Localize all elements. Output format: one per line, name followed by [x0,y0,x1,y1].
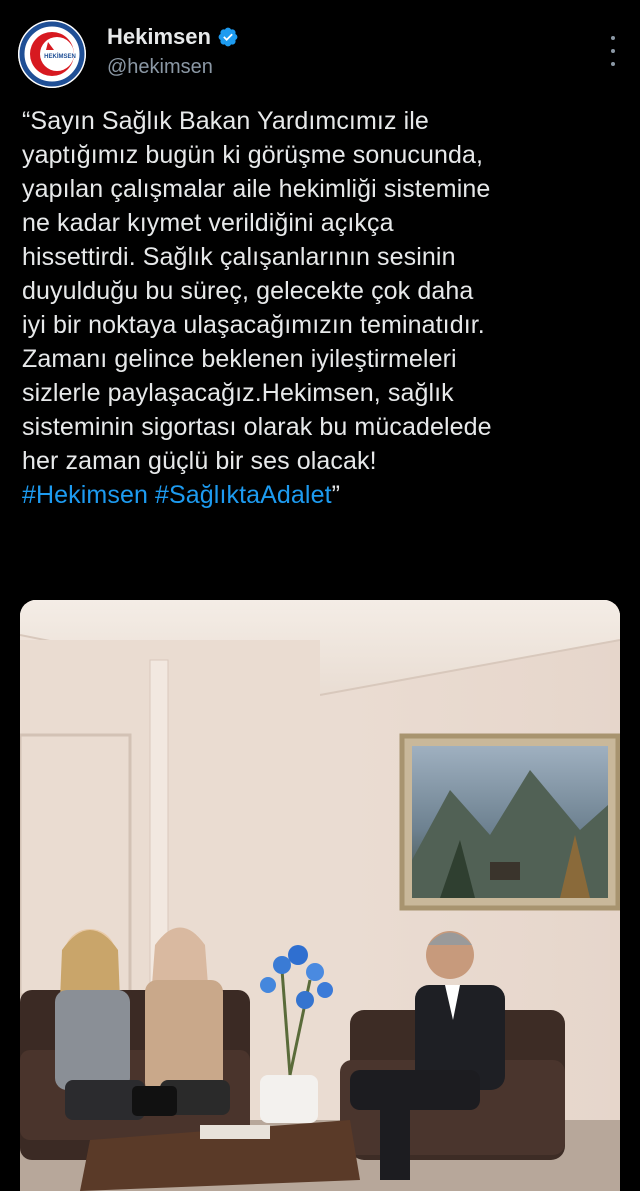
author-info: Hekimsen @hekimsen [107,24,239,79]
tweet-text: “Sayın Sağlık Bakan Yardımcımız ile yapt… [22,104,622,512]
display-name[interactable]: Hekimsen [107,24,211,50]
tweet-line: her zaman güçlü bir ses olacak! [22,447,377,475]
verified-badge-icon [218,27,238,47]
tweet-header: HEKİMSEN Hekimsen @hekimsen [0,0,640,100]
hashtag-link[interactable]: #Hekimsen [22,481,148,509]
tweet-line: iyi bir noktaya ulaşacağımızın teminatıd… [22,311,485,339]
tweet-line: ne kadar kıymet verildiğini açıkça [22,209,394,237]
author-handle[interactable]: @hekimsen [107,56,239,79]
tweet-line: yaptığımız bugün ki görüşme sonucunda, [22,141,484,169]
avatar[interactable]: HEKİMSEN [18,20,86,88]
avatar-text: HEKİMSEN [44,53,76,60]
tweet-line: sizlerle paylaşacağız.Hekimsen, sağlık [22,379,454,407]
closing-quote: ” [331,481,341,509]
tweet-line: hissettirdi. Sağlık çalışanlarının sesin… [22,243,456,271]
tweet-line: sisteminin sigortası olarak bu mücadeled… [22,413,492,441]
hekimsen-logo-icon: HEKİMSEN [18,20,86,88]
more-options-icon[interactable] [608,36,618,66]
tweet-photo[interactable] [20,600,620,1191]
hashtag-link[interactable]: #SağlıktaAdalet [155,481,332,509]
meeting-photo [20,600,620,1191]
tweet-line: yapılan çalışmalar aile hekimliği sistem… [22,175,491,203]
tweet-line: duyulduğu bu süreç, gelecekte çok daha [22,277,474,305]
tweet-line: Zamanı gelince beklenen iyileştirmeleri [22,345,457,373]
tweet-line: “Sayın Sağlık Bakan Yardımcımız ile [22,107,429,135]
